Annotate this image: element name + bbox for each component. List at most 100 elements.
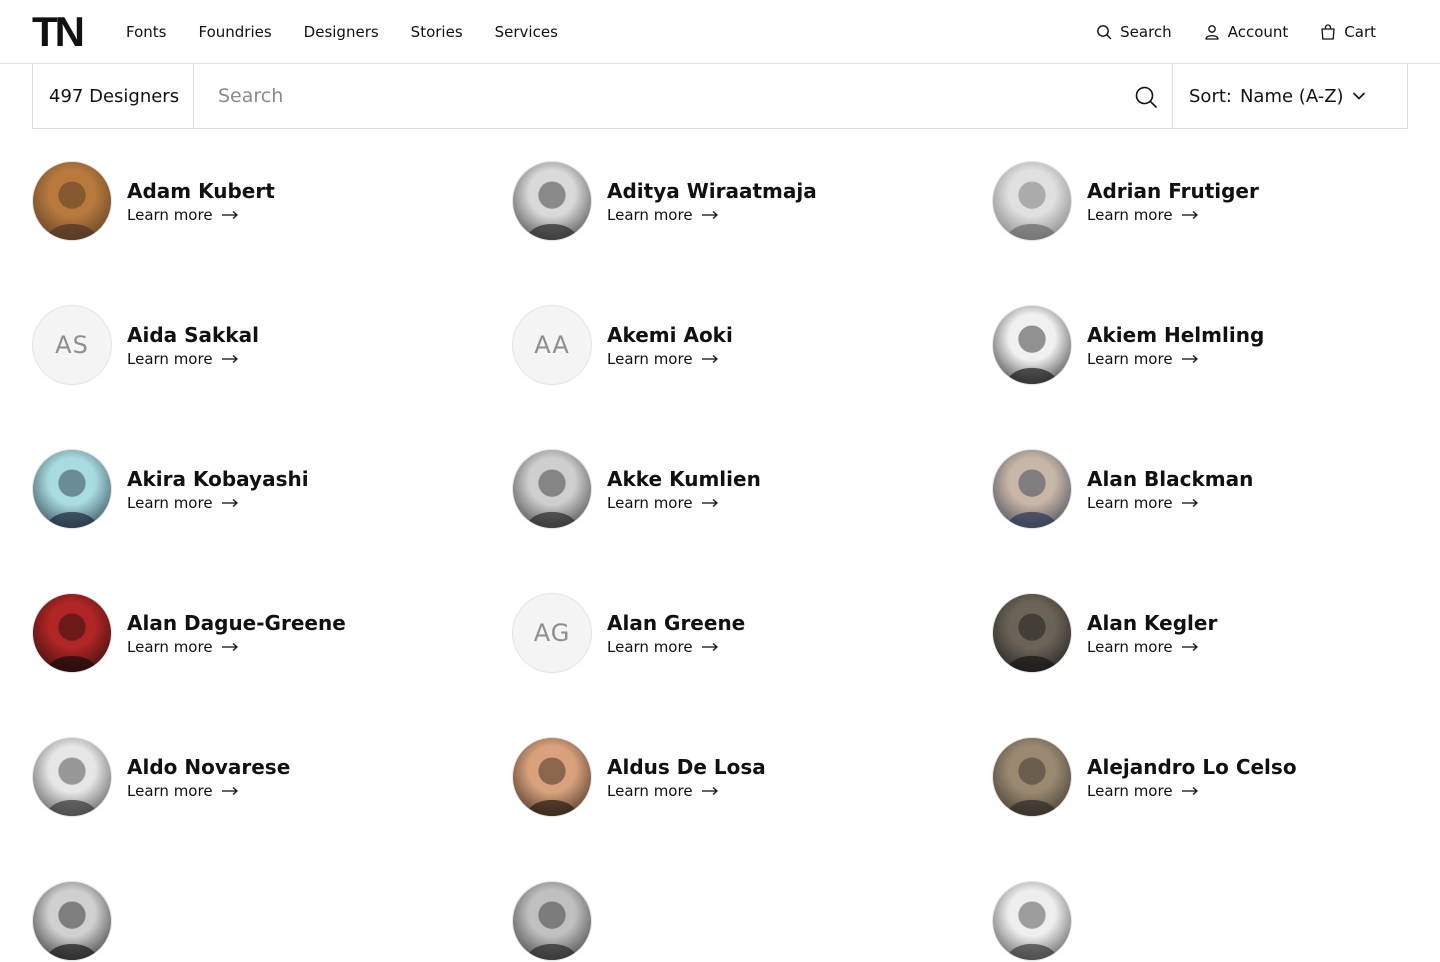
account-button[interactable]: Account [1204,23,1288,41]
learn-more-link[interactable]: Learn more [607,350,733,368]
nav-foundries[interactable]: Foundries [198,23,271,41]
sort-value: Name (A-Z) [1239,85,1344,107]
designer-photo-avatar[interactable] [992,161,1072,241]
designer-photo-avatar[interactable] [992,305,1072,385]
designer-card[interactable] [512,880,952,962]
designer-photo-avatar[interactable] [32,593,112,673]
designer-photo-avatar[interactable] [32,449,112,529]
designer-photo-avatar[interactable] [32,161,112,241]
designer-card[interactable] [992,880,1432,962]
cart-label: Cart [1344,23,1376,41]
designer-initials-avatar[interactable]: AG [512,593,592,673]
nav-designers[interactable]: Designers [304,23,379,41]
arrow-right-icon [701,354,719,364]
designer-info: Akira Kobayashi Learn more [127,466,309,512]
chevron-down-icon [1352,89,1366,103]
search-icon[interactable] [1134,85,1158,109]
designer-name[interactable]: Aditya Wiraatmaja [607,178,817,204]
learn-more-link[interactable]: Learn more [1087,494,1253,512]
designer-card[interactable]: Alejandro Lo Celso Learn more [992,736,1432,818]
designer-card[interactable]: Aditya Wiraatmaja Learn more [512,160,952,242]
header-search-button[interactable]: Search [1096,23,1172,41]
designer-card[interactable] [32,880,472,962]
designer-name[interactable]: Alan Kegler [1087,610,1217,636]
arrow-right-icon [221,498,239,508]
designer-initials-avatar[interactable]: AA [512,305,592,385]
designer-name[interactable]: Akke Kumlien [607,466,761,492]
learn-more-link[interactable]: Learn more [607,638,745,656]
designer-card[interactable]: AG Alan Greene Learn more [512,592,952,674]
designer-card[interactable]: Aldus De Losa Learn more [512,736,952,818]
nav-services[interactable]: Services [495,23,558,41]
designer-name[interactable]: Alan Blackman [1087,466,1253,492]
learn-more-link[interactable]: Learn more [127,494,309,512]
learn-more-link[interactable]: Learn more [607,494,761,512]
designer-name[interactable]: Aldus De Losa [607,754,766,780]
designer-search-input[interactable] [194,64,1172,128]
designer-card[interactable]: Alan Kegler Learn more [992,592,1432,674]
arrow-right-icon [221,354,239,364]
designer-name[interactable]: Akira Kobayashi [127,466,309,492]
arrow-right-icon [1181,354,1199,364]
learn-more-link[interactable]: Learn more [1087,350,1264,368]
person-silhouette-icon [526,469,578,528]
designer-initials-avatar[interactable]: AS [32,305,112,385]
designer-name[interactable]: Aldo Novarese [127,754,290,780]
designer-card[interactable]: Akiem Helmling Learn more [992,304,1432,386]
designer-card[interactable]: AA Akemi Aoki Learn more [512,304,952,386]
designer-photo-avatar[interactable] [512,449,592,529]
designer-photo-avatar[interactable] [992,449,1072,529]
learn-more-link[interactable]: Learn more [607,206,817,224]
designer-search [194,64,1173,128]
designer-photo-avatar[interactable] [512,737,592,817]
designer-name[interactable]: Akemi Aoki [607,322,733,348]
designer-name[interactable]: Alan Dague-Greene [127,610,346,636]
learn-more-link[interactable]: Learn more [127,350,259,368]
designer-card[interactable]: Akira Kobayashi Learn more [32,448,472,530]
designer-info: Alejandro Lo Celso Learn more [1087,754,1297,800]
learn-more-link[interactable]: Learn more [1087,782,1297,800]
learn-more-link[interactable]: Learn more [127,638,346,656]
learn-more-link[interactable]: Learn more [1087,206,1259,224]
top-navigation: TN Fonts Foundries Designers Stories Ser… [0,0,1440,64]
designer-photo-avatar[interactable] [32,737,112,817]
designer-name[interactable]: Aida Sakkal [127,322,259,348]
sort-dropdown[interactable]: Sort: Name (A-Z) [1173,64,1407,128]
designer-name[interactable]: Adrian Frutiger [1087,178,1259,204]
designer-card[interactable]: Akke Kumlien Learn more [512,448,952,530]
designer-info: Alan Kegler Learn more [1087,610,1217,656]
designer-photo-avatar[interactable] [992,593,1072,673]
designer-card[interactable]: Adam Kubert Learn more [32,160,472,242]
designer-photo-avatar[interactable] [32,881,112,961]
designer-photo-avatar[interactable] [992,881,1072,961]
designer-photo-avatar[interactable] [992,737,1072,817]
designer-card[interactable]: AS Aida Sakkal Learn more [32,304,472,386]
cart-button[interactable]: Cart [1320,23,1376,41]
arrow-right-icon [1181,498,1199,508]
designer-photo-avatar[interactable] [512,881,592,961]
site-logo[interactable]: TN [32,11,85,53]
designer-info: Akiem Helmling Learn more [1087,322,1264,368]
search-label: Search [1120,23,1172,41]
learn-more-link[interactable]: Learn more [607,782,766,800]
learn-more-link[interactable]: Learn more [127,206,275,224]
learn-more-link[interactable]: Learn more [1087,638,1217,656]
nav-fonts[interactable]: Fonts [126,23,166,41]
designer-name[interactable]: Adam Kubert [127,178,275,204]
designer-card[interactable]: Aldo Novarese Learn more [32,736,472,818]
designer-card[interactable]: Alan Dague-Greene Learn more [32,592,472,674]
designer-name[interactable]: Alejandro Lo Celso [1087,754,1297,780]
designer-card[interactable]: Alan Blackman Learn more [992,448,1432,530]
designer-name[interactable]: Akiem Helmling [1087,322,1264,348]
designer-card[interactable]: Adrian Frutiger Learn more [992,160,1432,242]
designer-photo-avatar[interactable] [512,161,592,241]
arrow-right-icon [221,642,239,652]
designer-info: Adam Kubert Learn more [127,178,275,224]
designer-name[interactable]: Alan Greene [607,610,745,636]
shopping-bag-icon [1320,24,1336,40]
designer-info: Akemi Aoki Learn more [607,322,733,368]
learn-more-link[interactable]: Learn more [127,782,290,800]
person-silhouette-icon [46,181,98,240]
avatar-initials: AA [534,331,570,359]
nav-stories[interactable]: Stories [411,23,463,41]
